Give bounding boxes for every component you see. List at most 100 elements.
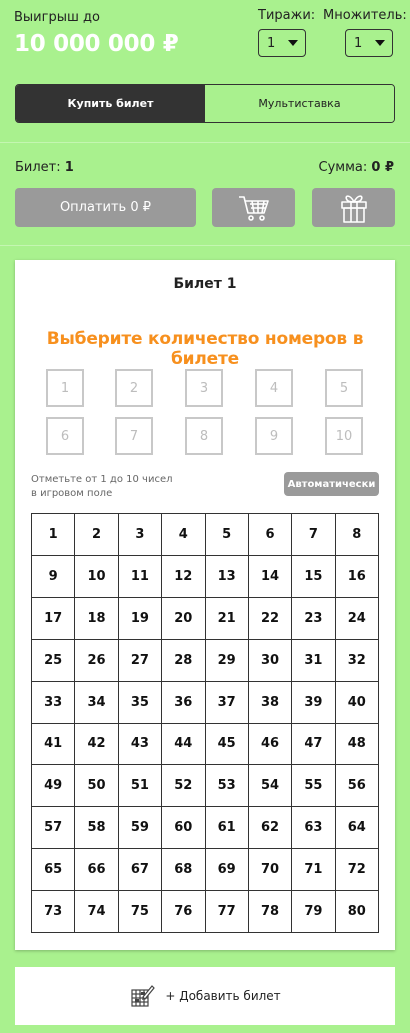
number-cell[interactable]: 51 — [118, 765, 163, 808]
number-cell[interactable]: 28 — [162, 639, 206, 682]
number-cell[interactable]: 59 — [118, 807, 163, 850]
number-cell[interactable]: 73 — [32, 891, 76, 933]
count-option[interactable]: 4 — [255, 369, 293, 407]
number-cell[interactable]: 72 — [335, 849, 379, 892]
count-option[interactable]: 10 — [325, 417, 363, 455]
number-cell[interactable]: 43 — [118, 723, 163, 766]
number-cell[interactable]: 32 — [335, 639, 379, 682]
number-cell[interactable]: 48 — [335, 723, 379, 766]
count-option[interactable]: 1 — [46, 369, 84, 407]
number-cell[interactable]: 76 — [162, 891, 206, 933]
number-cell[interactable]: 74 — [75, 891, 119, 933]
number-cell[interactable]: 45 — [205, 723, 249, 766]
number-cell[interactable]: 2 — [75, 514, 119, 556]
count-option[interactable]: 2 — [115, 369, 153, 407]
number-cell[interactable]: 65 — [32, 849, 76, 892]
number-cell[interactable]: 61 — [205, 807, 249, 850]
number-cell[interactable]: 79 — [292, 891, 336, 933]
number-cell[interactable]: 54 — [248, 765, 293, 808]
number-cell[interactable]: 66 — [75, 849, 119, 892]
number-cell[interactable]: 20 — [162, 597, 206, 640]
number-cell[interactable]: 52 — [162, 765, 206, 808]
number-cell[interactable]: 8 — [335, 514, 379, 556]
count-option[interactable]: 7 — [115, 417, 153, 455]
multiplier-select[interactable]: 1 — [345, 29, 393, 57]
number-cell[interactable]: 56 — [335, 765, 379, 808]
number-cell[interactable]: 29 — [205, 639, 249, 682]
number-cell[interactable]: 18 — [75, 597, 119, 640]
number-cell[interactable]: 10 — [75, 555, 119, 598]
number-cell[interactable]: 34 — [75, 681, 119, 724]
number-cell[interactable]: 47 — [292, 723, 336, 766]
number-cell[interactable]: 38 — [248, 681, 293, 724]
number-cell[interactable]: 1 — [32, 514, 76, 556]
prize-label: Выигрыш до — [14, 10, 100, 25]
number-cell[interactable]: 9 — [32, 555, 76, 598]
number-cell[interactable]: 31 — [292, 639, 336, 682]
number-cell[interactable]: 80 — [335, 891, 379, 933]
number-cell[interactable]: 39 — [292, 681, 336, 724]
number-cell[interactable]: 25 — [32, 639, 76, 682]
number-cell[interactable]: 41 — [32, 723, 76, 766]
number-cell[interactable]: 23 — [292, 597, 336, 640]
count-option[interactable]: 3 — [185, 369, 223, 407]
number-cell[interactable]: 62 — [248, 807, 293, 850]
number-cell[interactable]: 60 — [162, 807, 206, 850]
number-cell[interactable]: 63 — [292, 807, 336, 850]
cart-button[interactable] — [212, 188, 295, 227]
number-cell[interactable]: 21 — [205, 597, 249, 640]
number-cell[interactable]: 36 — [162, 681, 206, 724]
number-cell[interactable]: 77 — [205, 891, 249, 933]
number-cell[interactable]: 78 — [248, 891, 293, 933]
number-cell[interactable]: 26 — [75, 639, 119, 682]
number-cell[interactable]: 27 — [118, 639, 163, 682]
number-cell[interactable]: 4 — [162, 514, 206, 556]
count-option[interactable]: 5 — [325, 369, 363, 407]
number-cell[interactable]: 17 — [32, 597, 76, 640]
number-cell[interactable]: 64 — [335, 807, 379, 850]
pay-button[interactable]: Оплатить 0 ₽ — [15, 188, 196, 227]
number-cell[interactable]: 12 — [162, 555, 206, 598]
number-cell[interactable]: 42 — [75, 723, 119, 766]
number-cell[interactable]: 49 — [32, 765, 76, 808]
number-cell[interactable]: 30 — [248, 639, 293, 682]
count-option[interactable]: 9 — [255, 417, 293, 455]
number-cell[interactable]: 75 — [118, 891, 163, 933]
number-cell[interactable]: 44 — [162, 723, 206, 766]
draws-select[interactable]: 1 — [258, 29, 306, 57]
number-cell[interactable]: 35 — [118, 681, 163, 724]
number-cell[interactable]: 13 — [205, 555, 249, 598]
add-ticket-button[interactable]: + Добавить билет — [15, 967, 395, 1025]
number-cell[interactable]: 71 — [292, 849, 336, 892]
count-option[interactable]: 8 — [185, 417, 223, 455]
number-cell[interactable]: 11 — [118, 555, 163, 598]
number-cell[interactable]: 15 — [292, 555, 336, 598]
number-cell[interactable]: 46 — [248, 723, 293, 766]
tab-buy-ticket[interactable]: Купить билет — [16, 85, 205, 122]
number-cell[interactable]: 50 — [75, 765, 119, 808]
gift-button[interactable] — [312, 188, 395, 227]
number-cell[interactable]: 68 — [162, 849, 206, 892]
number-cell[interactable]: 14 — [248, 555, 293, 598]
number-cell[interactable]: 3 — [118, 514, 163, 556]
number-cell[interactable]: 57 — [32, 807, 76, 850]
number-cell[interactable]: 70 — [248, 849, 293, 892]
number-cell[interactable]: 16 — [335, 555, 379, 598]
number-cell[interactable]: 55 — [292, 765, 336, 808]
number-cell[interactable]: 19 — [118, 597, 163, 640]
number-cell[interactable]: 22 — [248, 597, 293, 640]
number-cell[interactable]: 37 — [205, 681, 249, 724]
number-cell[interactable]: 67 — [118, 849, 163, 892]
count-option[interactable]: 6 — [46, 417, 84, 455]
number-cell[interactable]: 58 — [75, 807, 119, 850]
number-cell[interactable]: 69 — [205, 849, 249, 892]
tab-multibet[interactable]: Мультиставка — [205, 85, 394, 122]
auto-pick-button[interactable]: Автоматически — [284, 472, 379, 496]
number-cell[interactable]: 6 — [248, 514, 293, 556]
number-cell[interactable]: 33 — [32, 681, 76, 724]
number-cell[interactable]: 7 — [292, 514, 336, 556]
number-cell[interactable]: 24 — [335, 597, 379, 640]
number-cell[interactable]: 5 — [205, 514, 249, 556]
number-cell[interactable]: 40 — [335, 681, 379, 724]
number-cell[interactable]: 53 — [205, 765, 249, 808]
